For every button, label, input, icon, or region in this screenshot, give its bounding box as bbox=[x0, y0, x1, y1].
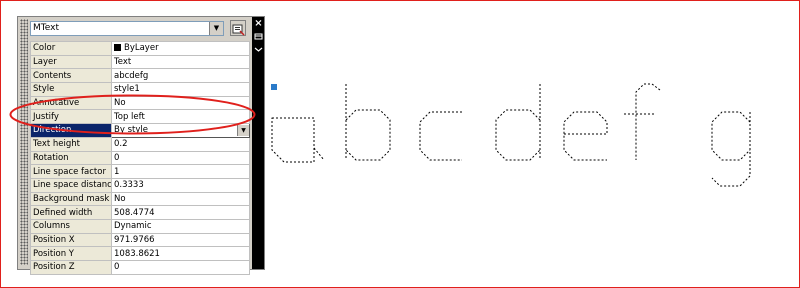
property-name[interactable]: Defined width bbox=[30, 205, 112, 220]
property-value-text: 971.9766 bbox=[114, 234, 155, 245]
property-row[interactable]: Background mask No bbox=[30, 191, 250, 207]
property-row[interactable]: Contents abcdefg bbox=[30, 68, 250, 84]
property-row[interactable]: Line space distance 0.3333 bbox=[30, 177, 250, 193]
property-name[interactable]: Text height bbox=[30, 136, 112, 152]
glyph-g bbox=[711, 111, 751, 187]
object-type-value: MText bbox=[33, 23, 59, 33]
glyph-b bbox=[345, 84, 391, 161]
properties-table: Color ByLayer Layer Text Contents abcdefg Styl… bbox=[30, 41, 250, 275]
property-name[interactable]: Rotation bbox=[30, 150, 112, 166]
property-value-text: ByLayer bbox=[124, 43, 159, 54]
glyph-f bbox=[624, 83, 661, 160]
property-name[interactable]: Position X bbox=[30, 232, 112, 248]
property-name[interactable]: Line space factor bbox=[30, 164, 112, 179]
property-row[interactable]: Layer Text bbox=[30, 54, 250, 70]
property-value[interactable]: style1 bbox=[111, 82, 250, 97]
palette-properties-icon[interactable] bbox=[254, 45, 263, 54]
property-value[interactable]: Text bbox=[111, 54, 250, 70]
property-value-text: Text bbox=[114, 57, 132, 68]
property-value[interactable]: 0 bbox=[111, 260, 250, 275]
property-value[interactable]: ByLayer bbox=[111, 41, 250, 56]
property-row[interactable]: Direction ▼ By style bbox=[30, 123, 250, 138]
property-value-text: 508.4774 bbox=[114, 207, 155, 218]
property-value[interactable]: 0 bbox=[111, 150, 250, 166]
property-value-text: By style bbox=[114, 124, 148, 135]
quick-select-button[interactable] bbox=[230, 20, 246, 36]
property-value[interactable]: 971.9766 bbox=[111, 232, 250, 248]
quick-select-icon bbox=[232, 24, 245, 36]
property-value[interactable]: No bbox=[111, 95, 250, 111]
property-value[interactable]: 1 bbox=[111, 164, 250, 179]
glyph-e bbox=[563, 111, 608, 161]
property-name[interactable]: Contents bbox=[30, 68, 112, 84]
property-value-text: No bbox=[114, 193, 126, 204]
property-value[interactable]: 508.4774 bbox=[111, 205, 250, 220]
property-row[interactable]: Line space factor 1 bbox=[30, 164, 250, 179]
property-row[interactable]: Position Z0 bbox=[30, 260, 250, 275]
property-name[interactable]: Position Z bbox=[30, 260, 112, 275]
chevron-down-icon[interactable]: ▼ bbox=[209, 22, 223, 35]
property-value-text: 1083.8621 bbox=[114, 248, 160, 259]
color-swatch bbox=[114, 44, 121, 52]
property-value-text: Dynamic bbox=[114, 221, 152, 232]
property-value-text: 0 bbox=[114, 152, 120, 163]
object-type-select[interactable]: MText ▼ bbox=[30, 21, 224, 36]
property-value[interactable]: 1083.8621 bbox=[111, 246, 250, 261]
property-value-text: 0.3333 bbox=[114, 180, 144, 191]
property-name[interactable]: Style bbox=[30, 82, 112, 97]
property-value[interactable]: ▼ By style bbox=[111, 123, 250, 138]
property-value-text: style1 bbox=[114, 84, 140, 95]
close-icon[interactable]: × bbox=[254, 19, 263, 29]
property-value[interactable]: abcdefg bbox=[111, 68, 250, 84]
property-row[interactable]: Justify Top left bbox=[30, 109, 250, 125]
palette-drag-grip[interactable] bbox=[20, 19, 28, 265]
properties-palette: MText ▼ Color ByLayer Layer Text Contents abc… bbox=[17, 16, 265, 275]
property-row[interactable]: Position Y 1083.8621 bbox=[30, 246, 250, 261]
property-name[interactable]: Columns bbox=[30, 218, 112, 234]
property-name[interactable]: Direction bbox=[30, 123, 112, 138]
property-row[interactable]: Rotation 0 bbox=[30, 150, 250, 166]
chevron-down-icon[interactable]: ▼ bbox=[237, 124, 249, 136]
property-row[interactable]: Style style1 bbox=[30, 82, 250, 97]
property-name[interactable]: Justify bbox=[30, 109, 112, 125]
property-name[interactable]: Annotative bbox=[30, 95, 112, 111]
auto-hide-icon[interactable] bbox=[254, 32, 263, 41]
property-value[interactable]: Dynamic bbox=[111, 218, 250, 234]
property-row[interactable]: Color ByLayer bbox=[30, 41, 250, 56]
property-value[interactable]: Top left bbox=[111, 109, 250, 125]
property-name[interactable]: Position Y bbox=[30, 246, 112, 261]
property-value[interactable]: No bbox=[111, 191, 250, 207]
property-row[interactable]: Defined width 508.4774 bbox=[30, 205, 250, 220]
glyph-a bbox=[271, 117, 325, 163]
property-row[interactable]: Annotative No bbox=[30, 95, 250, 111]
property-name[interactable]: Layer bbox=[30, 54, 112, 70]
glyph-d bbox=[495, 84, 541, 161]
property-row[interactable]: Columns Dynamic bbox=[30, 218, 250, 234]
mtext-drawing[interactable] bbox=[262, 70, 762, 200]
property-value-text: abcdefg bbox=[114, 70, 149, 81]
property-value-text: 1 bbox=[114, 166, 120, 177]
property-name[interactable]: Color bbox=[30, 41, 112, 56]
property-value-text: 0 bbox=[114, 262, 120, 273]
property-value-text: 0.2 bbox=[114, 139, 128, 150]
property-name[interactable]: Line space distance bbox=[30, 177, 112, 193]
property-row[interactable]: Text height 0.2 bbox=[30, 136, 250, 152]
property-row[interactable]: Position X 971.9766 bbox=[30, 232, 250, 248]
property-value[interactable]: 0.3333 bbox=[111, 177, 250, 193]
glyph-c bbox=[419, 111, 462, 161]
property-value[interactable]: 0.2 bbox=[111, 136, 250, 152]
property-name[interactable]: Background mask bbox=[30, 191, 112, 207]
property-value-text: Top left bbox=[114, 111, 145, 122]
property-value-text: No bbox=[114, 98, 126, 109]
